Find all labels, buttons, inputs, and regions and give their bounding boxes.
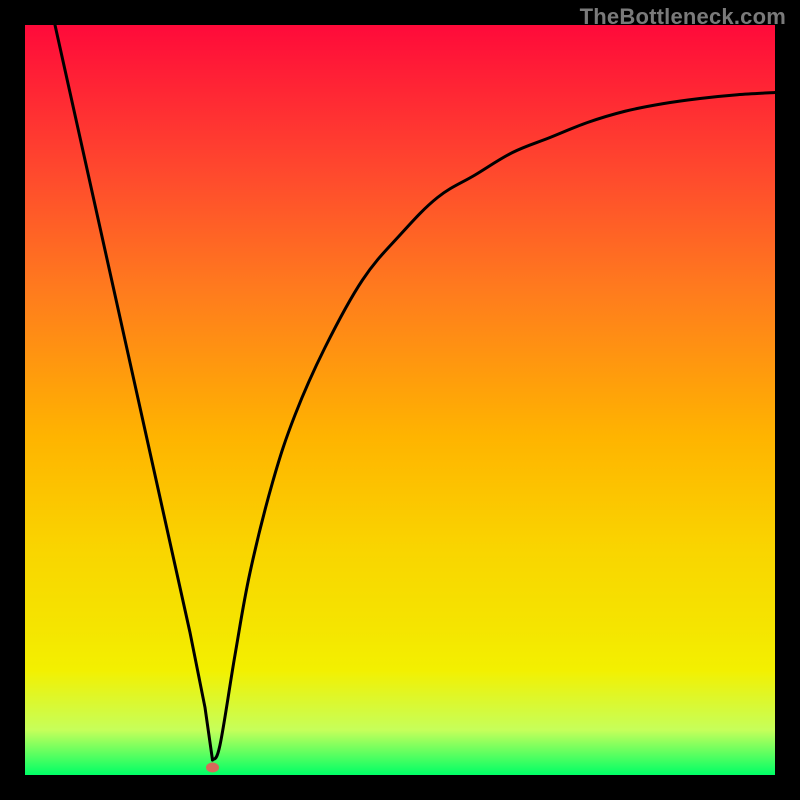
chart-plot-area [25, 25, 775, 775]
bottleneck-curve-left [55, 25, 213, 760]
watermark-text: TheBottleneck.com [580, 4, 786, 30]
chart-svg [25, 25, 775, 775]
minimum-marker [206, 763, 219, 773]
bottleneck-curve-right [213, 93, 776, 761]
